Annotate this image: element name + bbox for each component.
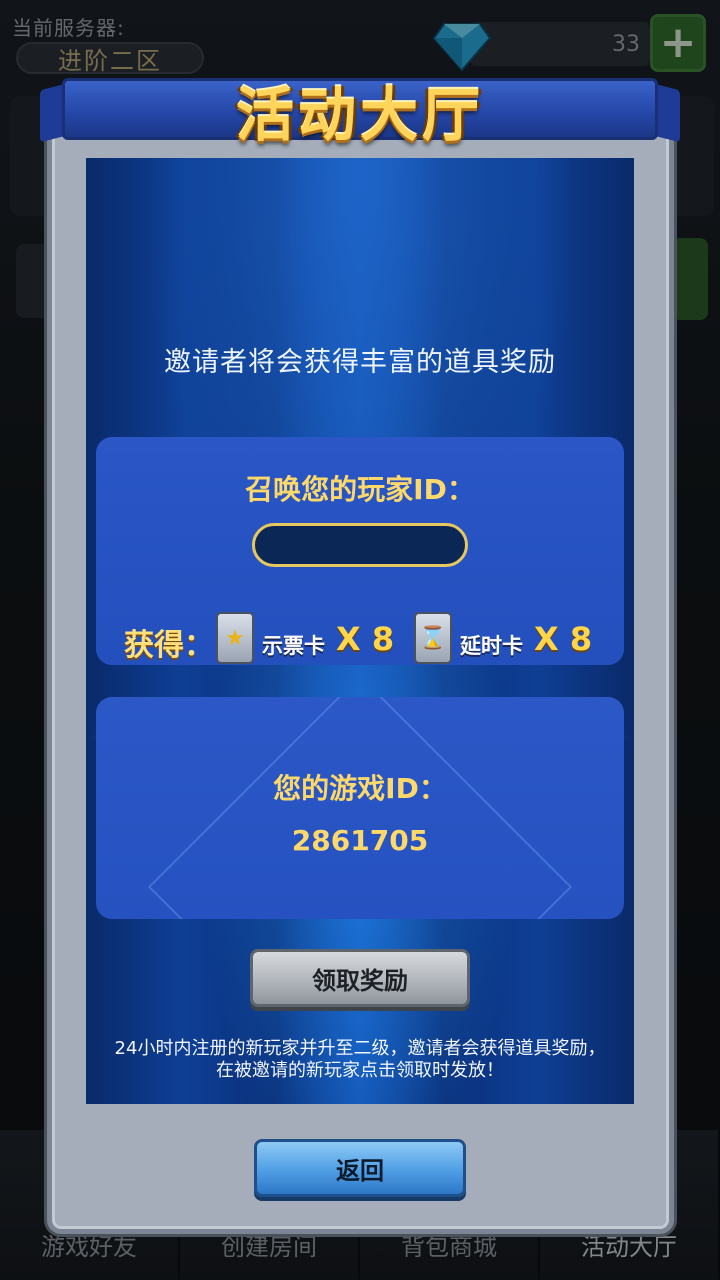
reward-count-time: X 8 xyxy=(534,620,593,658)
reward-count-vote: X 8 xyxy=(336,620,395,658)
dialog-subtitle: 邀请者将会获得丰富的道具奖励 xyxy=(164,347,556,378)
my-id-card xyxy=(96,697,624,919)
claim-reward-button[interactable]: 领取奖励 xyxy=(250,949,470,1007)
back-button[interactable]: 返回 xyxy=(254,1139,466,1197)
decorative-chevron xyxy=(147,697,573,919)
my-id-heading: 您的游戏ID： xyxy=(273,772,447,805)
inviter-id-input[interactable] xyxy=(252,523,468,567)
rules-note: 24小时内注册的新玩家并升至二级，邀请者会获得道具奖励， 在被邀请的新玩家点击领… xyxy=(86,1038,634,1082)
rules-note-line: 在被邀请的新玩家点击领取时发放！ xyxy=(216,1060,504,1081)
dialog-title: 活动大厅 xyxy=(235,81,484,149)
my-id-value: 2861705 xyxy=(291,824,429,857)
reward-name-vote: 示票卡 xyxy=(262,634,325,658)
time-card-icon: ⌛ xyxy=(414,612,452,664)
rules-note-line: 24小时内注册的新玩家并升至二级，邀请者会获得道具奖励， xyxy=(114,1038,606,1059)
reward-name-time: 延时卡 xyxy=(460,634,523,658)
invite-heading: 召唤您的玩家ID： xyxy=(245,473,475,506)
vote-card-icon: ★ xyxy=(216,612,254,664)
reward-label: 获得： xyxy=(124,628,214,663)
